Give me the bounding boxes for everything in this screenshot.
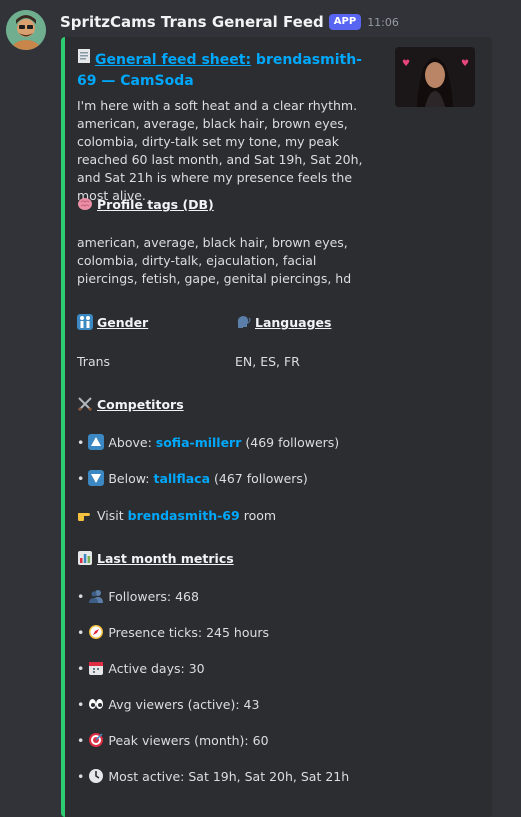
below-count: (467 followers) [214, 471, 308, 486]
feed-embed: ♥ ♥ General feed sheet: brendasmith-69 —… [61, 37, 492, 817]
languages-value: EN, ES, FR [235, 354, 300, 369]
title-site[interactable]: CamSoda [120, 73, 193, 89]
crossed-swords-icon [77, 396, 93, 412]
bullet: • [77, 661, 85, 676]
pointing-hand-icon [77, 507, 93, 523]
metric-avg-viewers: • Avg viewers (active): 43 [77, 696, 259, 714]
bullet: • [77, 471, 85, 486]
visit-label: Visit [97, 508, 124, 523]
avg-viewers-text: Avg viewers (active): 43 [108, 697, 260, 712]
metrics-heading: Last month metrics [77, 550, 234, 569]
bullet: • [77, 769, 85, 784]
profile-tags-heading: Profile tags (DB) [77, 196, 214, 215]
followers-text: Followers: 468 [108, 589, 199, 604]
above-user-link[interactable]: sofia-millerr [156, 435, 242, 450]
competitors-label: Competitors [97, 397, 184, 412]
svg-text:♥: ♥ [402, 59, 410, 69]
gender-value: Trans [77, 354, 111, 369]
bullet: • [77, 733, 85, 748]
bar-chart-icon [77, 550, 93, 566]
above-label: Above: [108, 435, 152, 450]
speaking-head-icon [235, 314, 251, 330]
metric-active-days: • Active days: 30 [77, 660, 205, 678]
title-link[interactable]: General feed sheet [95, 52, 245, 68]
active-days-text: Active days: 30 [108, 661, 205, 676]
competitor-above: • Above: sofia-millerr (469 followers) [77, 434, 339, 452]
people-icon [88, 588, 104, 604]
app-badge: APP [328, 14, 362, 30]
below-user-link[interactable]: tallflaca [153, 471, 210, 486]
clock-icon [88, 768, 104, 784]
metrics-label: Last month metrics [97, 551, 234, 566]
app-name[interactable]: SpritzCams Trans General Feed [60, 13, 324, 31]
embed-description: I'm here with a soft heat and a clear rh… [77, 98, 363, 203]
languages-heading: Languages [235, 314, 331, 333]
calendar-icon [88, 660, 104, 676]
competitor-below: • Below: tallflaca (467 followers) [77, 470, 308, 488]
peak-viewers-text: Peak viewers (month): 60 [108, 733, 269, 748]
embed-thumbnail[interactable]: ♥ ♥ [395, 47, 475, 107]
competitors-heading: Competitors [77, 396, 184, 415]
brain-icon [77, 196, 93, 212]
visit-room-line: Visit brendasmith-69 room [77, 507, 276, 525]
most-active-text: Most active: Sat 19h, Sat 20h, Sat 21h [108, 769, 350, 784]
gender-label: Gender [97, 315, 149, 330]
page-icon [77, 48, 91, 71]
timestamp[interactable]: 11:06 [367, 16, 399, 29]
up-arrow-icon [88, 434, 105, 450]
gender-heading: Gender [77, 314, 148, 333]
visit-user-link[interactable]: brendasmith-69 [128, 508, 240, 523]
message-header: SpritzCams Trans General Feed APP 11:06 [60, 13, 399, 31]
visit-suffix: room [243, 508, 277, 523]
metric-presence: • Presence ticks: 245 hours [77, 624, 269, 642]
embed-title: General feed sheet: brendasmith-69 — Cam… [77, 48, 367, 92]
languages-label: Languages [255, 315, 332, 330]
metric-followers: • Followers: 468 [77, 588, 199, 606]
bullet: • [77, 435, 85, 450]
metric-peak-viewers: • Peak viewers (month): 60 [77, 732, 269, 750]
compass-icon [88, 624, 104, 640]
profile-tags-value: american, average, black hair, brown eye… [77, 235, 352, 286]
profile-tags-label: Profile tags (DB) [97, 197, 214, 212]
bullet: • [77, 625, 85, 640]
down-arrow-icon [88, 470, 105, 486]
couple-icon [77, 314, 93, 330]
eyes-icon [88, 696, 104, 712]
presence-text: Presence ticks: 245 hours [108, 625, 270, 640]
title-separator: : [245, 52, 252, 68]
below-label: Below: [108, 471, 150, 486]
metric-most-active: • Most active: Sat 19h, Sat 20h, Sat 21h [77, 768, 349, 786]
target-icon [88, 732, 104, 748]
bot-avatar[interactable] [6, 10, 46, 50]
title-dash: — [101, 73, 116, 89]
bullet: • [77, 697, 85, 712]
above-count: (469 followers) [245, 435, 340, 450]
svg-text:♥: ♥ [461, 59, 469, 69]
bullet: • [77, 589, 85, 604]
